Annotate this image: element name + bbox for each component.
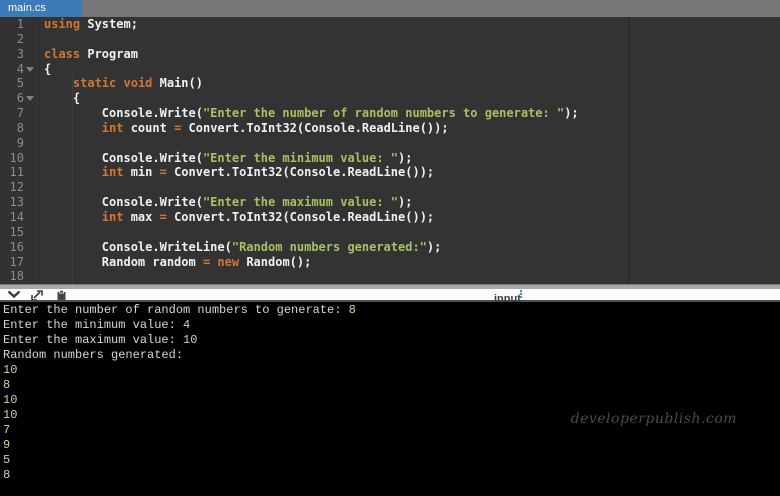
gutter-cell: 18 [0, 269, 39, 284]
line-number: 7 [17, 106, 24, 120]
gutter-cell: 7 [0, 106, 39, 121]
gutter-cell: 5 [0, 76, 39, 91]
file-tab[interactable]: main.cs [0, 0, 82, 17]
console-output[interactable]: Enter the number of random numbers to ge… [0, 302, 780, 496]
code-line[interactable]: Console.WriteLine("Random numbers genera… [40, 240, 780, 255]
gutter-cell: 16 [0, 240, 39, 255]
line-number: 17 [10, 255, 24, 269]
gutter-cell: 4 [0, 62, 39, 77]
code-line[interactable]: Console.Write("Enter the minimum value: … [40, 151, 780, 166]
line-number: 11 [10, 165, 24, 179]
console-line: 5 [3, 453, 780, 468]
ide-window: main.cs 123456789101112131415161718 usin… [0, 0, 780, 496]
file-tab-label: main.cs [0, 0, 82, 17]
line-number: 5 [17, 76, 24, 90]
console-line: 10 [3, 363, 780, 378]
gutter-cell: 6 [0, 91, 39, 106]
code-pane[interactable]: using System;class Program{ static void … [40, 17, 780, 284]
input-tab[interactable]: input [494, 289, 521, 300]
line-number: 16 [10, 240, 24, 254]
fold-toggle-icon[interactable] [26, 96, 34, 101]
console-line: 10 [3, 393, 780, 408]
line-number: 18 [10, 269, 24, 283]
line-number: 6 [17, 91, 24, 105]
console-line: 8 [3, 468, 780, 483]
watermark-text: developerpublish.com [571, 411, 737, 427]
code-line[interactable] [40, 225, 780, 240]
code-line[interactable] [40, 269, 780, 284]
code-line[interactable]: { [40, 62, 780, 77]
gutter-cell: 2 [0, 32, 39, 47]
gutter-cell: 12 [0, 180, 39, 195]
fold-toggle-icon[interactable] [26, 67, 34, 72]
line-number: 10 [10, 151, 24, 165]
code-line[interactable] [40, 136, 780, 151]
gutter-cell: 17 [0, 255, 39, 270]
gutter-cell: 1 [0, 17, 39, 32]
expand-console-icon[interactable] [31, 290, 43, 301]
gutter-cell: 10 [0, 151, 39, 166]
console-line: Enter the minimum value: 4 [3, 318, 780, 333]
copy-output-icon[interactable] [56, 290, 67, 301]
editor-header: main.cs [0, 0, 780, 17]
gutter-cell: 9 [0, 136, 39, 151]
collapse-console-icon[interactable] [7, 290, 21, 299]
code-line[interactable] [40, 180, 780, 195]
console-line: Enter the number of random numbers to ge… [3, 303, 780, 318]
code-line[interactable]: Random random = new Random(); [40, 255, 780, 270]
code-editor[interactable]: 123456789101112131415161718 using System… [0, 17, 780, 284]
console-line: Enter the maximum value: 10 [3, 333, 780, 348]
line-number: 9 [17, 136, 24, 150]
line-number: 2 [17, 32, 24, 46]
code-line[interactable] [40, 32, 780, 47]
editor-gutter: 123456789101112131415161718 [0, 17, 40, 284]
line-number: 1 [17, 17, 24, 31]
console-line: Random numbers generated: [3, 348, 780, 363]
code-line[interactable]: class Program [40, 47, 780, 62]
code-line[interactable]: static void Main() [40, 76, 780, 91]
line-number: 14 [10, 210, 24, 224]
input-caret [520, 290, 522, 298]
gutter-cell: 15 [0, 225, 39, 240]
line-number: 3 [17, 47, 24, 61]
console-line: 9 [3, 438, 780, 453]
code-line[interactable]: using System; [40, 17, 780, 32]
line-number: 13 [10, 195, 24, 209]
gutter-cell: 13 [0, 195, 39, 210]
gutter-cell: 14 [0, 210, 39, 225]
gutter-cell: 11 [0, 165, 39, 180]
code-line[interactable]: { [40, 91, 780, 106]
code-line[interactable]: int min = Convert.ToInt32(Console.ReadLi… [40, 165, 780, 180]
gutter-cell: 8 [0, 121, 39, 136]
gutter-cell: 3 [0, 47, 39, 62]
code-line[interactable]: int max = Convert.ToInt32(Console.ReadLi… [40, 210, 780, 225]
console-toolbar: input [0, 289, 780, 302]
code-line[interactable]: int count = Convert.ToInt32(Console.Read… [40, 121, 780, 136]
line-number: 15 [10, 225, 24, 239]
code-line[interactable]: Console.Write("Enter the number of rando… [40, 106, 780, 121]
line-number: 4 [17, 62, 24, 76]
code-line[interactable]: Console.Write("Enter the maximum value: … [40, 195, 780, 210]
console-line: 8 [3, 378, 780, 393]
line-number: 12 [10, 180, 24, 194]
line-number: 8 [17, 121, 24, 135]
